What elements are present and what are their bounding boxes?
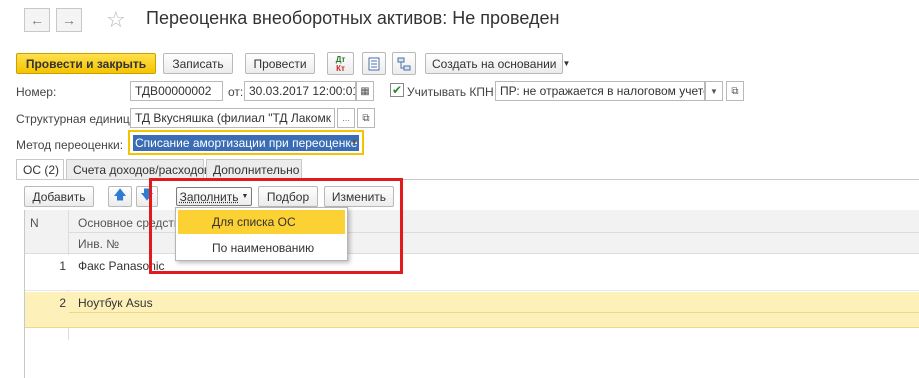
more-icon: … (342, 113, 350, 123)
report-button[interactable] (362, 52, 386, 75)
number-field[interactable]: ТДВ00000002 (130, 81, 223, 101)
document-list-icon (368, 57, 380, 70)
post-button[interactable]: Провести (245, 53, 315, 74)
create-based-on-button[interactable]: Создать на основании ▼ (425, 53, 570, 74)
table-row-selected[interactable] (25, 292, 919, 328)
window-title: Переоценка внеоборотных активов: Не пров… (146, 8, 560, 28)
open-icon: ⧉ (731, 85, 739, 97)
unit-field[interactable]: ТД Вкусняшка (филиал "ТД Лакомк (130, 108, 335, 128)
open-icon: ⧉ (362, 112, 370, 124)
structure-button[interactable] (392, 52, 416, 75)
post-and-close-button[interactable]: Провести и закрыть (16, 53, 156, 74)
calendar-button[interactable]: ▦ (356, 81, 374, 101)
move-up-button[interactable]: 🡅 (108, 186, 132, 207)
row-number: 2 (59, 296, 66, 310)
header-inv: Инв. № (78, 237, 120, 251)
arrow-up-icon: 🡅 (113, 186, 127, 202)
date-label: от: (228, 85, 244, 99)
row-number: 1 (59, 259, 66, 273)
dt-kt-button[interactable]: Дт Кт (327, 52, 354, 75)
tab-accounts[interactable]: Счета доходов/расходов (66, 159, 210, 179)
unit-select-button[interactable]: … (337, 108, 355, 128)
annotation-highlight (149, 178, 403, 274)
chevron-down-icon: ▼ (710, 86, 718, 96)
forward-button[interactable]: → (56, 8, 82, 32)
tab-additional[interactable]: Дополнительно (206, 159, 302, 179)
save-button[interactable]: Записать (163, 53, 233, 74)
number-label: Номер: (16, 85, 57, 99)
method-label: Метод переоценки: (16, 138, 124, 152)
arrow-right-icon: → (62, 12, 76, 28)
unit-label: Структурная единица: (16, 112, 140, 126)
calendar-icon: ▦ (360, 85, 370, 97)
hierarchy-icon (397, 57, 411, 70)
back-button[interactable]: ← (24, 8, 50, 32)
kpn-checkbox[interactable]: ✔ (390, 83, 404, 97)
tab-os[interactable]: ОС (2) (16, 159, 64, 180)
create-based-on-label: Создать на основании (432, 56, 557, 71)
row-asset: Ноутбук Asus (78, 296, 153, 310)
kt-label: Кт (336, 63, 345, 73)
star-icon[interactable]: ☆ (106, 9, 126, 31)
dt-label: Дт (335, 54, 346, 64)
check-icon: ✔ (391, 83, 403, 97)
method-field[interactable]: Списание амортизации при переоценке ▼ (128, 130, 364, 155)
date-field[interactable]: 30.03.2017 12:00:01 (244, 81, 356, 101)
pr-dropdown-button[interactable]: ▼ (705, 81, 723, 101)
kpn-label: Учитывать КПН (407, 85, 494, 99)
row-subdivider (69, 312, 919, 313)
add-button[interactable]: Добавить (24, 186, 94, 207)
unit-open-button[interactable]: ⧉ (357, 108, 375, 128)
chevron-down-icon: ▼ (350, 138, 358, 147)
header-n: N (30, 216, 39, 230)
pr-field[interactable]: ПР: не отражается в налоговом учете (495, 81, 705, 101)
method-value: Списание амортизации при переоценке (133, 135, 360, 151)
pr-open-button[interactable]: ⧉ (726, 81, 744, 101)
arrow-left-icon: ← (30, 12, 44, 28)
chevron-down-icon: ▼ (562, 59, 571, 68)
